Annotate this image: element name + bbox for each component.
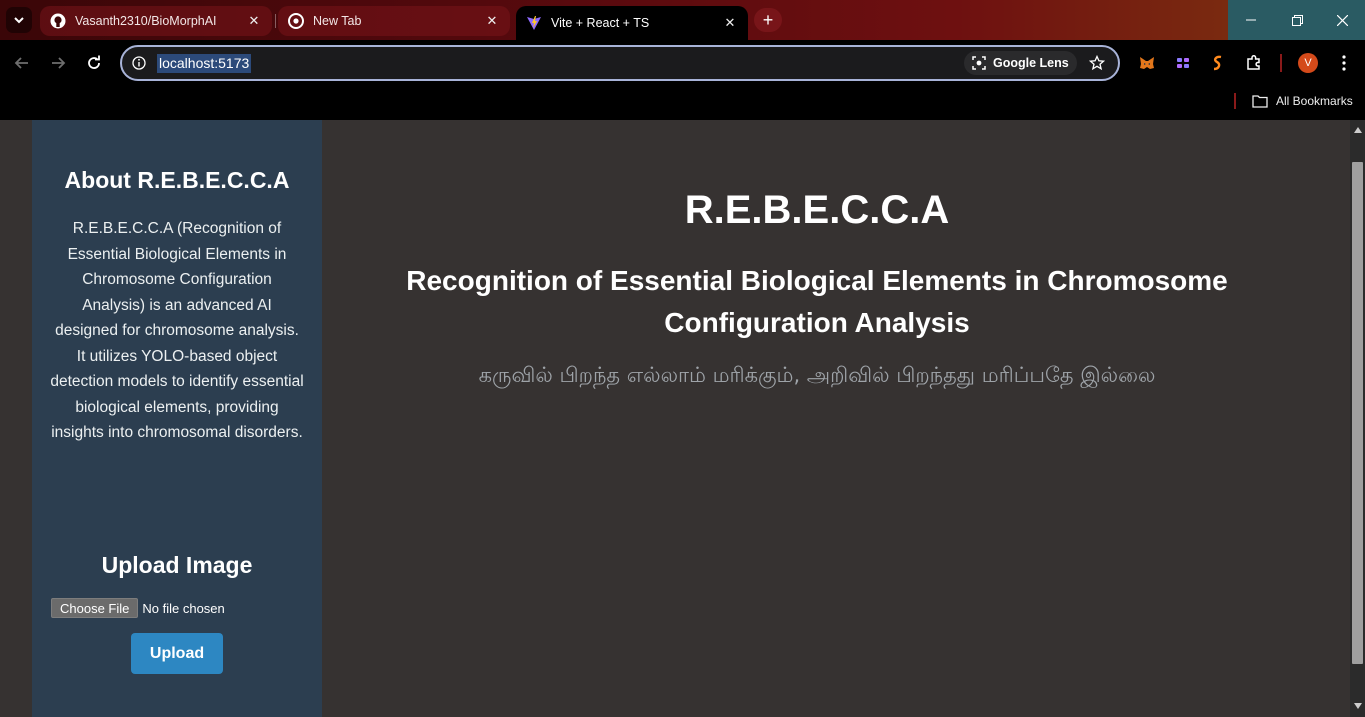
all-bookmarks-label: All Bookmarks (1276, 94, 1353, 108)
toolbar-separator (1280, 54, 1282, 72)
forward-button[interactable] (46, 51, 70, 75)
close-icon (1337, 14, 1348, 26)
puzzle-icon[interactable] (1243, 52, 1265, 74)
scroll-down-icon[interactable] (1350, 700, 1365, 712)
metamask-icon[interactable] (1136, 52, 1158, 74)
tab-strip: Vasanth2310/BioMorphAI ✕ New Tab ✕ Vite … (0, 0, 1365, 40)
tab-new-tab[interactable]: New Tab ✕ (278, 6, 510, 36)
upload-title: Upload Image (101, 552, 253, 578)
menu-kebab-icon[interactable] (1334, 52, 1354, 74)
scroll-up-icon[interactable] (1350, 124, 1365, 136)
window-close-button[interactable] (1320, 0, 1365, 40)
restore-button[interactable] (1274, 0, 1320, 40)
google-lens-button[interactable]: Google Lens (964, 51, 1077, 75)
all-bookmarks-button[interactable]: All Bookmarks (1252, 92, 1353, 110)
arrow-left-icon (14, 57, 28, 69)
page-subtitle: Recognition of Essential Biological Elem… (406, 265, 1228, 338)
scrollbar-thumb[interactable] (1352, 162, 1363, 664)
close-icon[interactable]: ✕ (722, 15, 738, 31)
bookmark-star-icon[interactable] (1087, 53, 1107, 73)
address-bar[interactable]: localhost:5173 Google Lens (120, 45, 1120, 81)
github-icon (50, 13, 66, 29)
close-icon[interactable]: ✕ (246, 13, 262, 29)
sidebar: About R.E.B.E.C.C.A R.E.B.E.C.C.A (Recog… (32, 120, 322, 717)
about-description: R.E.B.E.C.C.A (Recognition of Essential … (50, 220, 304, 441)
bookmarks-bar: All Bookmarks (0, 86, 1365, 120)
tab-title: Vasanth2310/BioMorphAI (75, 14, 217, 28)
close-icon[interactable]: ✕ (484, 13, 500, 29)
site-info-icon[interactable] (130, 54, 148, 72)
page-title: R.E.B.E.C.C.A (684, 188, 950, 232)
vite-icon (526, 15, 542, 31)
extension-orange-icon[interactable] (1207, 52, 1229, 74)
reload-button[interactable] (82, 51, 106, 75)
extension-purple-icon[interactable] (1172, 52, 1194, 74)
tab-separator (275, 14, 276, 28)
file-status-text: No file chosen (142, 600, 225, 616)
tab-vite-react[interactable]: Vite + React + TS ✕ (516, 6, 748, 40)
url-text[interactable]: localhost:5173 (157, 54, 252, 73)
tab-title: New Tab (313, 14, 362, 28)
minimize-icon (1246, 19, 1256, 21)
folder-icon (1252, 95, 1268, 108)
tab-biomorphai[interactable]: Vasanth2310/BioMorphAI ✕ (40, 6, 272, 36)
file-input[interactable]: Choose File No file chosen (51, 597, 225, 619)
chrome-icon (288, 13, 304, 29)
about-title: About R.E.B.E.C.C.A (64, 167, 290, 193)
restore-icon (1291, 14, 1303, 26)
tamil-tagline: கருவில் பிறந்த எல்லாம் மரிக்கும், அறிவில… (478, 363, 1156, 387)
choose-file-button[interactable]: Choose File (51, 598, 139, 618)
tab-search-button[interactable] (6, 7, 32, 33)
lens-icon (971, 55, 987, 71)
page-viewport: About R.E.B.E.C.C.A R.E.B.E.C.C.A (Recog… (0, 120, 1350, 717)
back-button[interactable] (10, 51, 34, 75)
tab-title: Vite + React + TS (551, 16, 650, 30)
minimize-button[interactable] (1228, 0, 1274, 40)
new-tab-button[interactable]: + (754, 8, 782, 32)
reload-icon (88, 55, 100, 69)
upload-button[interactable]: Upload (131, 633, 223, 674)
google-lens-label: Google Lens (993, 56, 1069, 70)
profile-avatar[interactable]: V (1298, 53, 1318, 73)
browser-toolbar: localhost:5173 Google Lens V (0, 40, 1365, 86)
arrow-right-icon (52, 57, 66, 69)
vertical-scrollbar[interactable] (1350, 120, 1365, 717)
bookmarks-separator (1234, 93, 1236, 109)
chevron-down-icon (14, 17, 24, 24)
main-content: R.E.B.E.C.C.A Recognition of Essential B… (322, 120, 1350, 717)
